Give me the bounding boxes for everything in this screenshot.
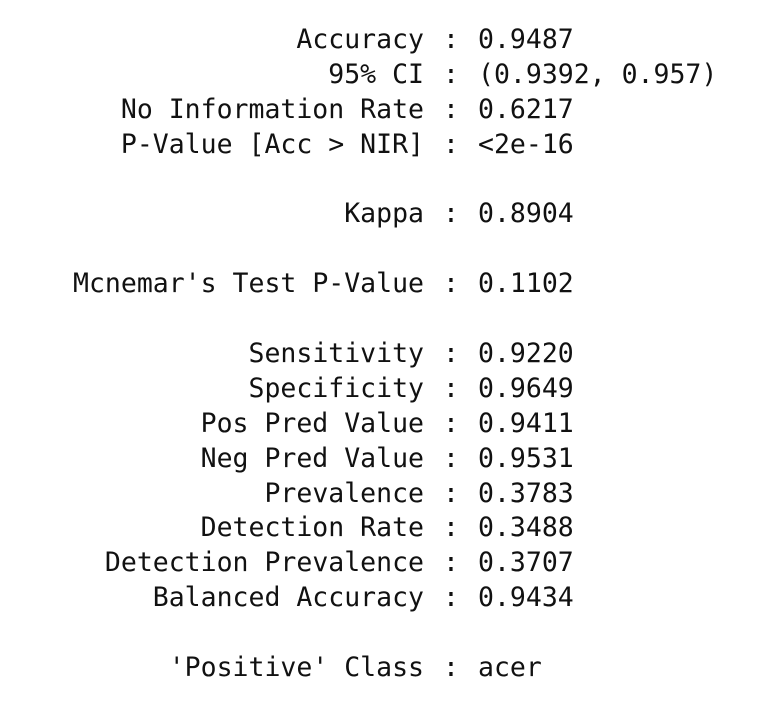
stat-separator: :: [443, 93, 459, 125]
stat-row-pos-pred-value: Pos Pred Value : 0.9411: [0, 407, 768, 442]
stat-separator: :: [443, 477, 459, 509]
stat-row-p-value: P-Value [Acc > NIR] : <2e-16: [0, 128, 768, 163]
stat-separator: :: [443, 268, 459, 300]
stat-value: 0.1102: [478, 268, 574, 300]
stat-label: Balanced Accuracy: [152, 582, 424, 614]
stat-label: 'Positive' Class: [168, 652, 424, 684]
stat-label: Detection Rate: [200, 512, 424, 544]
stat-separator: :: [443, 372, 459, 404]
stat-row-ci: 95% CI : (0.9392, 0.957): [0, 58, 768, 93]
stat-value: <2e-16: [478, 128, 574, 160]
stat-separator: :: [443, 512, 459, 544]
stat-row-accuracy: Accuracy : 0.9487: [0, 23, 768, 58]
stat-separator: :: [443, 58, 459, 90]
stat-separator: :: [443, 442, 459, 474]
stat-row-balanced-accuracy: Balanced Accuracy : 0.9434: [0, 581, 768, 616]
stat-row-neg-pred-value: Neg Pred Value : 0.9531: [0, 442, 768, 477]
stat-separator: :: [443, 198, 459, 230]
stat-separator: :: [443, 128, 459, 160]
stat-label: Pos Pred Value: [200, 407, 424, 439]
stat-row-sensitivity: Sensitivity : 0.9220: [0, 337, 768, 372]
stat-value: 0.3488: [478, 512, 574, 544]
stat-separator: :: [443, 338, 459, 370]
stat-label: P-Value [Acc > NIR]: [120, 128, 424, 160]
stat-label: Detection Prevalence: [104, 547, 424, 579]
stat-label: Sensitivity: [248, 338, 425, 370]
stat-value: 0.3707: [478, 547, 574, 579]
stat-value: acer: [478, 652, 542, 684]
stat-row-detection-rate: Detection Rate : 0.3488: [0, 511, 768, 546]
stat-label: No Information Rate: [120, 93, 424, 125]
stat-value: 0.9434: [478, 582, 574, 614]
stat-row-prevalence: Prevalence : 0.3783: [0, 477, 768, 512]
stat-label: Neg Pred Value: [200, 442, 424, 474]
stat-value: 0.3783: [478, 477, 574, 509]
stat-label: Specificity: [248, 372, 425, 404]
stat-label: Kappa: [344, 198, 424, 230]
stat-separator: :: [443, 582, 459, 614]
stat-value: (0.9392, 0.957): [478, 58, 718, 90]
stat-row-specificity: Specificity : 0.9649: [0, 372, 768, 407]
stat-separator: :: [443, 652, 459, 684]
stat-row-detection-prevalence: Detection Prevalence : 0.3707: [0, 546, 768, 581]
stat-value: 0.6217: [478, 93, 574, 125]
stat-label: Mcnemar's Test P-Value: [73, 268, 424, 300]
stat-value: 0.9649: [478, 372, 574, 404]
stat-value: 0.9411: [478, 407, 574, 439]
stat-row-mcnemar: Mcnemar's Test P-Value : 0.1102: [0, 267, 768, 302]
stat-value: 0.9487: [478, 24, 574, 55]
statistics-output: Accuracy : 0.9487 95% CI : (0.9392, 0.95…: [0, 23, 768, 686]
console-output-page: { "stats": { "separator": ":", "rows": […: [0, 0, 768, 705]
stat-separator: :: [443, 547, 459, 579]
stat-row-positive-class: 'Positive' Class : acer: [0, 651, 768, 686]
stat-label: Accuracy: [296, 24, 424, 55]
stat-value: 0.8904: [478, 198, 574, 230]
stat-separator: :: [443, 407, 459, 439]
stat-label: Prevalence: [264, 477, 424, 509]
stat-row-kappa: Kappa : 0.8904: [0, 197, 768, 232]
stat-separator: :: [443, 24, 459, 55]
stat-value: 0.9220: [478, 338, 574, 370]
stat-value: 0.9531: [478, 442, 574, 474]
stat-row-no-information-rate: No Information Rate : 0.6217: [0, 93, 768, 128]
stat-label: 95% CI: [328, 58, 424, 90]
